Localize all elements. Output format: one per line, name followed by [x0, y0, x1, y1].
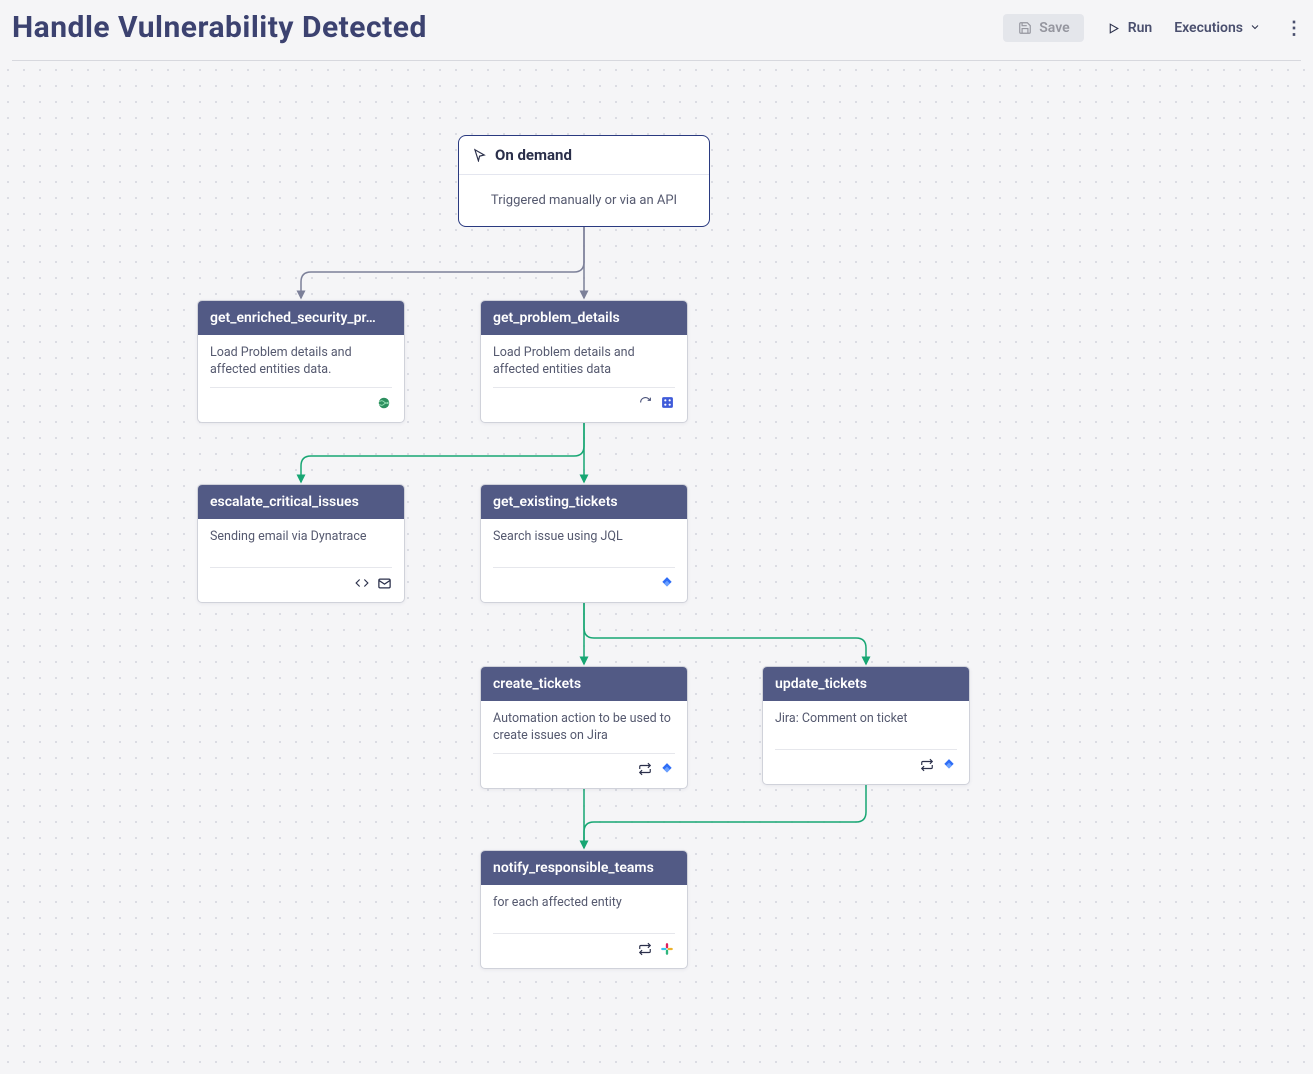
node-create-tickets[interactable]: create_tickets Automation action to be u… — [480, 666, 688, 789]
play-icon — [1106, 20, 1122, 36]
cursor-icon — [471, 147, 487, 163]
jira-icon — [659, 761, 675, 777]
node-escalate-critical-issues[interactable]: escalate_critical_issues Sending email v… — [197, 484, 405, 603]
refresh-icon — [637, 395, 653, 411]
more-menu-button[interactable]: ⋮ — [1287, 18, 1301, 39]
jira-icon — [659, 575, 675, 591]
node-footer — [775, 749, 957, 780]
loop-icon — [637, 941, 653, 957]
node-title: create_tickets — [481, 667, 687, 701]
node-title: get_problem_details — [481, 301, 687, 335]
node-footer — [493, 567, 675, 598]
node-get-problem-details[interactable]: get_problem_details Load Problem details… — [480, 300, 688, 423]
node-title: update_tickets — [763, 667, 969, 701]
more-icon: ⋮ — [1285, 18, 1303, 39]
save-button: Save — [1003, 14, 1083, 42]
node-body: Load Problem details and affected entiti… — [198, 335, 404, 387]
loop-icon — [637, 761, 653, 777]
workflow-canvas[interactable]: On demand Triggered manually or via an A… — [0, 62, 1313, 1074]
node-body: Sending email via Dynatrace — [198, 519, 404, 567]
run-button[interactable]: Run — [1106, 20, 1153, 36]
node-footer — [493, 933, 675, 964]
loop-icon — [919, 757, 935, 773]
header-divider — [12, 60, 1301, 61]
node-body: for each affected entity — [481, 885, 687, 933]
node-footer — [493, 753, 675, 784]
node-body: Search issue using JQL — [481, 519, 687, 567]
globe-icon — [376, 395, 392, 411]
node-body: Load Problem details and affected entiti… — [481, 335, 687, 387]
node-body: Jira: Comment on ticket — [763, 701, 969, 749]
node-body: Automation action to be used to create i… — [481, 701, 687, 753]
node-title: notify_responsible_teams — [481, 851, 687, 885]
trigger-body: Triggered manually or via an API — [459, 175, 709, 226]
mail-icon — [376, 575, 392, 591]
executions-label: Executions — [1174, 20, 1243, 36]
node-footer — [210, 387, 392, 418]
code-icon — [354, 575, 370, 591]
node-title: get_enriched_security_pr… — [198, 301, 404, 335]
trigger-header: On demand — [459, 136, 709, 175]
save-icon — [1017, 20, 1033, 36]
node-title: get_existing_tickets — [481, 485, 687, 519]
executions-dropdown[interactable]: Executions — [1174, 20, 1265, 36]
trigger-title: On demand — [495, 146, 572, 164]
run-label: Run — [1128, 20, 1153, 36]
chevron-down-icon — [1249, 21, 1265, 37]
header-bar: Handle Vulnerability Detected Save Run E… — [0, 0, 1313, 60]
page-title: Handle Vulnerability Detected — [12, 10, 427, 45]
jira-icon — [941, 757, 957, 773]
slack-icon — [659, 941, 675, 957]
node-notify-responsible-teams[interactable]: notify_responsible_teams for each affect… — [480, 850, 688, 969]
app-icon — [659, 395, 675, 411]
node-title: escalate_critical_issues — [198, 485, 404, 519]
trigger-node[interactable]: On demand Triggered manually or via an A… — [458, 135, 710, 227]
save-label: Save — [1039, 20, 1069, 36]
node-footer — [493, 387, 675, 418]
node-footer — [210, 567, 392, 598]
header-actions: Save Run Executions ⋮ — [1003, 10, 1301, 42]
node-get-existing-tickets[interactable]: get_existing_tickets Search issue using … — [480, 484, 688, 603]
node-update-tickets[interactable]: update_tickets Jira: Comment on ticket — [762, 666, 970, 785]
node-get-enriched-security-pr[interactable]: get_enriched_security_pr… Load Problem d… — [197, 300, 405, 423]
